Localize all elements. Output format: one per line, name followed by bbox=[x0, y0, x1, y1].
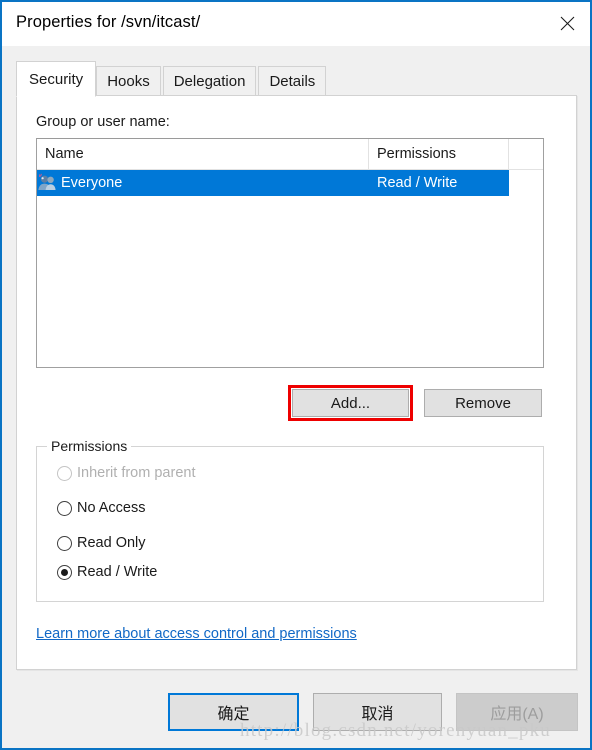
row-name-label: Everyone bbox=[61, 175, 126, 191]
tab-delegation[interactable]: Delegation bbox=[162, 66, 257, 96]
learn-more-link[interactable]: Learn more about access control and perm… bbox=[36, 626, 357, 642]
permissions-groupbox: Permissions Inherit from parent No Acces… bbox=[36, 438, 544, 602]
radio-icon bbox=[57, 500, 72, 516]
tab-delegation-label: Delegation bbox=[173, 73, 246, 90]
tab-security-label: Security bbox=[29, 70, 84, 88]
column-header-spacer bbox=[509, 139, 543, 169]
cell-permissions: Read / Write bbox=[369, 170, 509, 196]
tab-hooks-label: Hooks bbox=[107, 73, 150, 90]
users-group-icon bbox=[37, 173, 59, 193]
tab-strip: Security Hooks Delegation Details bbox=[2, 46, 590, 97]
cell-name: Everyone bbox=[37, 170, 369, 196]
security-tab-panel: Group or user name: Name Permissions Eve… bbox=[16, 95, 577, 670]
radio-read-only-label: Read Only bbox=[77, 535, 146, 551]
radio-no-access[interactable]: No Access bbox=[57, 500, 146, 516]
title-bar: Properties for /svn/itcast/ bbox=[2, 2, 590, 46]
permissions-groupbox-legend: Permissions bbox=[47, 438, 132, 454]
group-user-listview[interactable]: Name Permissions Everyone Read / Write bbox=[36, 138, 544, 368]
window-title: Properties for /svn/itcast/ bbox=[16, 13, 201, 31]
add-button-label: Add... bbox=[330, 394, 371, 412]
add-button[interactable]: Add... bbox=[292, 389, 409, 417]
remove-button-label: Remove bbox=[455, 394, 511, 412]
close-button[interactable] bbox=[544, 2, 590, 45]
radio-inherit-from-parent[interactable]: Inherit from parent bbox=[57, 465, 195, 481]
radio-inherit-from-parent-label: Inherit from parent bbox=[77, 465, 196, 481]
radio-icon-selected bbox=[57, 564, 72, 580]
cancel-button-label: 取消 bbox=[361, 706, 394, 723]
cancel-button[interactable]: 取消 bbox=[313, 693, 442, 731]
column-header-name[interactable]: Name bbox=[37, 139, 369, 169]
remove-button[interactable]: Remove bbox=[424, 389, 542, 417]
radio-read-write[interactable]: Read / Write bbox=[57, 564, 157, 580]
ok-button-label: 确定 bbox=[217, 706, 250, 723]
radio-read-write-label: Read / Write bbox=[77, 564, 158, 580]
radio-no-access-label: No Access bbox=[77, 500, 146, 516]
listview-header: Name Permissions bbox=[37, 139, 543, 170]
tab-security[interactable]: Security bbox=[16, 61, 97, 97]
group-or-user-name-label: Group or user name: bbox=[36, 114, 170, 130]
radio-icon bbox=[57, 535, 72, 551]
table-row[interactable]: Everyone Read / Write bbox=[37, 170, 543, 196]
apply-button: 应用(A) bbox=[456, 693, 578, 731]
properties-dialog: Properties for /svn/itcast/ Security Hoo… bbox=[0, 0, 592, 750]
ok-button[interactable]: 确定 bbox=[168, 693, 299, 731]
close-icon bbox=[560, 16, 575, 31]
column-header-permissions[interactable]: Permissions bbox=[369, 139, 509, 169]
apply-button-label: 应用(A) bbox=[490, 706, 544, 723]
tab-details-label: Details bbox=[269, 73, 316, 90]
tab-details[interactable]: Details bbox=[258, 66, 327, 96]
radio-read-only[interactable]: Read Only bbox=[57, 535, 146, 551]
radio-icon bbox=[57, 465, 72, 481]
tab-hooks[interactable]: Hooks bbox=[96, 66, 161, 96]
